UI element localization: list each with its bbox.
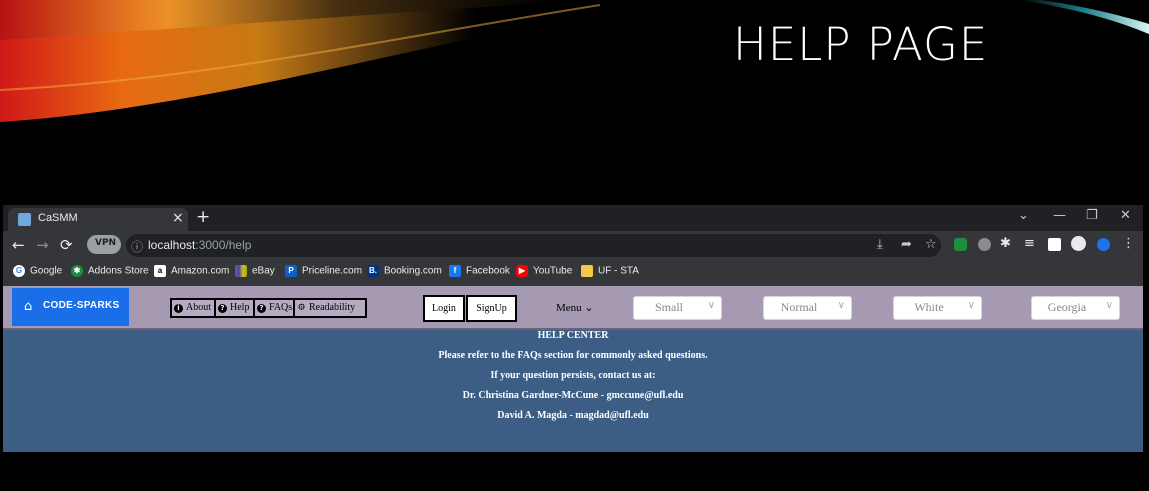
tab-title: CaSMM	[38, 212, 78, 224]
back-icon[interactable]: ←	[12, 236, 25, 254]
profile-avatar-icon[interactable]	[1071, 236, 1086, 251]
shield-check-icon[interactable]	[1097, 238, 1110, 251]
signup-button[interactable]: SignUp	[466, 295, 517, 322]
youtube-icon: ▶	[516, 265, 528, 277]
bookmark-star-icon[interactable]: ☆	[925, 237, 937, 252]
google-icon: G	[13, 265, 25, 277]
extension-gear-icon[interactable]	[978, 238, 991, 251]
browser-toolbar: ← → ⟳ VPN ⓘ localhost:3000/help ⤓ ➦ ☆ ✱ …	[3, 231, 1143, 260]
tab-strip: CaSMM × + ⌄ — ❐ ✕	[3, 205, 1143, 231]
gears-icon: ⚙	[297, 302, 306, 313]
help-contact-2: David A. Magda - magdad@ufl.edu	[497, 410, 649, 421]
reload-icon[interactable]: ⟳	[60, 236, 73, 254]
help-heading: HELP CENTER	[537, 330, 609, 341]
url-text: localhost:3000/help	[148, 238, 252, 252]
slide-title: HELP PAGE	[733, 18, 989, 71]
font-weight-select[interactable]: Normal ∨	[763, 296, 852, 320]
bookmark-addons-store[interactable]: ✱ Addons Store	[71, 265, 149, 281]
tab-favicon-icon	[18, 213, 31, 226]
tab-close-icon[interactable]: ×	[172, 210, 184, 226]
bookmarks-bar: G Google ✱ Addons Store a Amazon.com eBay P…	[3, 260, 1143, 287]
nav-help[interactable]: ? Help	[214, 298, 256, 318]
bookmark-facebook[interactable]: f Facebook	[449, 265, 510, 281]
app-navbar: ⌂ CODE-SPARKS i About ? Help ? FAQs ⚙ Readab…	[3, 286, 1143, 330]
chevron-down-icon: ∨	[1105, 300, 1113, 311]
new-tab-icon[interactable]: +	[196, 207, 210, 227]
logo-icon: ⌂	[24, 299, 33, 314]
logo-text: CODE-SPARKS	[43, 300, 120, 311]
close-window-icon[interactable]: ✕	[1120, 208, 1131, 223]
vpn-label: VPN	[95, 238, 117, 248]
login-button[interactable]: Login	[423, 295, 465, 322]
font-family-select[interactable]: Georgia ∨	[1031, 296, 1120, 320]
bookmark-booking[interactable]: B. Booking.com	[367, 265, 442, 281]
bookmark-uf-sta[interactable]: UF - STA	[581, 265, 639, 281]
menu-dropdown[interactable]: Menu ⌄	[556, 301, 594, 314]
folder-icon	[581, 265, 593, 277]
chevron-down-icon: ∨	[967, 300, 975, 311]
priceline-icon: P	[285, 265, 297, 277]
nav-readability[interactable]: ⚙ Readability	[293, 298, 367, 318]
minimize-icon[interactable]: —	[1053, 208, 1066, 223]
question-icon: ?	[218, 303, 227, 313]
help-contact-line: If your question persists, contact us at…	[490, 370, 656, 381]
bookmark-amazon[interactable]: a Amazon.com	[154, 265, 229, 281]
address-bar[interactable]: ⓘ localhost:3000/help ⤓ ➦ ☆	[126, 234, 941, 257]
help-content: HELP CENTER Please refer to the FAQs sec…	[3, 330, 1143, 430]
site-info-icon[interactable]: ⓘ	[131, 238, 143, 255]
chevron-down-icon: ⌄	[584, 302, 594, 314]
restore-icon[interactable]: ❐	[1086, 208, 1098, 223]
help-faq-line: Please refer to the FAQs section for com…	[438, 350, 708, 361]
share-icon[interactable]: ➦	[901, 237, 912, 252]
addons-store-icon: ✱	[71, 265, 83, 277]
chevron-down-icon: ∨	[837, 300, 845, 311]
code-sparks-logo[interactable]: ⌂ CODE-SPARKS	[12, 288, 129, 326]
help-page: ⌂ CODE-SPARKS i About ? Help ? FAQs ⚙ Readab…	[3, 286, 1143, 452]
nav-faqs[interactable]: ? FAQs	[253, 298, 298, 318]
side-panel-icon[interactable]	[1048, 238, 1061, 251]
extension-green-icon[interactable]	[954, 238, 967, 251]
extensions-puzzle-icon[interactable]: ✱	[1000, 236, 1011, 251]
tab-search-icon[interactable]: ⌄	[1018, 208, 1029, 223]
info-icon: i	[174, 303, 183, 313]
forward-icon[interactable]: →	[36, 236, 49, 254]
vpn-toggle[interactable]: VPN	[87, 235, 121, 254]
browser-tab[interactable]: CaSMM ×	[8, 208, 188, 231]
ebay-icon	[235, 265, 247, 277]
amazon-icon: a	[154, 265, 166, 277]
booking-icon: B.	[367, 265, 379, 277]
install-app-icon[interactable]: ⤓	[877, 237, 883, 252]
media-queue-icon[interactable]: ≡	[1024, 236, 1035, 251]
text-color-select[interactable]: White ∨	[893, 296, 982, 320]
browser-window: CaSMM × + ⌄ — ❐ ✕ ← → ⟳ VPN ⓘ localhost:…	[3, 205, 1143, 452]
help-contact-1: Dr. Christina Gardner-McCune - gmccune@u…	[462, 390, 684, 401]
facebook-icon: f	[449, 265, 461, 277]
font-size-select[interactable]: Small ∨	[633, 296, 722, 320]
bookmark-youtube[interactable]: ▶ YouTube	[516, 265, 572, 281]
bookmark-google[interactable]: G Google	[13, 265, 62, 281]
bookmark-priceline[interactable]: P Priceline.com	[285, 265, 362, 281]
nav-about[interactable]: i About	[170, 298, 216, 318]
question-icon: ?	[257, 303, 266, 313]
chevron-down-icon: ∨	[707, 300, 715, 311]
more-menu-icon[interactable]: ⋮	[1122, 236, 1135, 251]
bookmark-ebay[interactable]: eBay	[235, 265, 275, 281]
